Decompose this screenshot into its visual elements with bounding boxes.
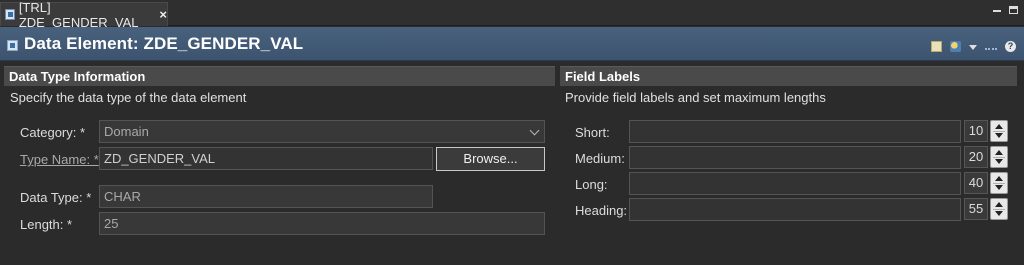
heading-max-length-input[interactable]: 55 bbox=[964, 198, 988, 220]
category-value: Domain bbox=[104, 124, 149, 139]
help-icon[interactable]: ? bbox=[1005, 41, 1016, 52]
category-label: Category: * bbox=[20, 125, 86, 140]
section-description-field-labels: Provide field labels and set maximum len… bbox=[565, 90, 826, 105]
close-icon[interactable]: × bbox=[159, 7, 167, 22]
editor-header: Data Element: ZDE_GENDER_VAL ? bbox=[0, 27, 1024, 61]
minimize-icon[interactable] bbox=[993, 10, 1001, 12]
spinner-divider bbox=[993, 209, 1005, 210]
chevron-down-icon bbox=[529, 125, 540, 136]
short-max-length-spinner[interactable] bbox=[990, 120, 1008, 142]
document-icon[interactable] bbox=[931, 41, 942, 52]
spin-up-icon[interactable] bbox=[995, 176, 1003, 181]
window-controls bbox=[993, 4, 1018, 14]
type-name-input[interactable]: ZD_GENDER_VAL bbox=[99, 147, 433, 170]
short-text-input[interactable] bbox=[629, 120, 961, 143]
long-label: Long: bbox=[575, 177, 608, 192]
heading-label: Heading: bbox=[575, 203, 628, 218]
section-title-data-type: Data Type Information bbox=[4, 66, 555, 86]
data-element-icon bbox=[5, 9, 15, 20]
spin-up-icon[interactable] bbox=[995, 202, 1003, 207]
heading-text-input[interactable] bbox=[629, 198, 961, 221]
type-name-link[interactable]: Type Name: * bbox=[20, 152, 99, 167]
tab-label: [TRL] ZDE_GENDER_VAL bbox=[18, 0, 139, 30]
medium-max-length-spinner[interactable] bbox=[990, 146, 1008, 168]
run-icon[interactable] bbox=[950, 41, 961, 52]
spin-up-icon[interactable] bbox=[995, 150, 1003, 155]
long-max-length-input[interactable]: 40 bbox=[964, 172, 988, 194]
medium-text-input[interactable] bbox=[629, 146, 961, 169]
category-dropdown[interactable]: Domain bbox=[99, 120, 545, 143]
spinner-divider bbox=[993, 157, 1005, 158]
long-max-length-spinner[interactable] bbox=[990, 172, 1008, 194]
long-text-input[interactable] bbox=[629, 172, 961, 195]
header-toolbar: ? bbox=[931, 41, 1016, 52]
medium-max-length-input[interactable]: 20 bbox=[964, 146, 988, 168]
section-title-field-labels: Field Labels bbox=[560, 66, 1017, 86]
spinner-divider bbox=[993, 131, 1005, 132]
data-element-icon bbox=[7, 40, 18, 51]
browse-button[interactable]: Browse... bbox=[436, 147, 545, 171]
spin-up-icon[interactable] bbox=[995, 124, 1003, 129]
spin-down-icon[interactable] bbox=[995, 185, 1003, 190]
medium-label: Medium: bbox=[575, 151, 625, 166]
page-title: Data Element: ZDE_GENDER_VAL bbox=[24, 33, 304, 53]
data-type-field: CHAR bbox=[99, 185, 433, 208]
editor-tab[interactable]: [TRL] ZDE_GENDER_VAL × bbox=[0, 0, 168, 30]
link-icon[interactable] bbox=[985, 47, 997, 52]
short-max-length-input[interactable]: 10 bbox=[964, 120, 988, 142]
length-field: 25 bbox=[99, 212, 545, 235]
section-description-data-type: Specify the data type of the data elemen… bbox=[10, 90, 247, 105]
short-label: Short: bbox=[575, 125, 610, 140]
spin-down-icon[interactable] bbox=[995, 133, 1003, 138]
data-type-label: Data Type: * bbox=[20, 190, 92, 205]
heading-max-length-spinner[interactable] bbox=[990, 198, 1008, 220]
spin-down-icon[interactable] bbox=[995, 159, 1003, 164]
chevron-down-icon[interactable] bbox=[969, 45, 977, 50]
maximize-icon[interactable] bbox=[1009, 6, 1018, 14]
editor-tab-bar: [TRL] ZDE_GENDER_VAL × bbox=[0, 0, 1024, 30]
spin-down-icon[interactable] bbox=[995, 211, 1003, 216]
length-label: Length: * bbox=[20, 217, 73, 232]
spinner-divider bbox=[993, 183, 1005, 184]
